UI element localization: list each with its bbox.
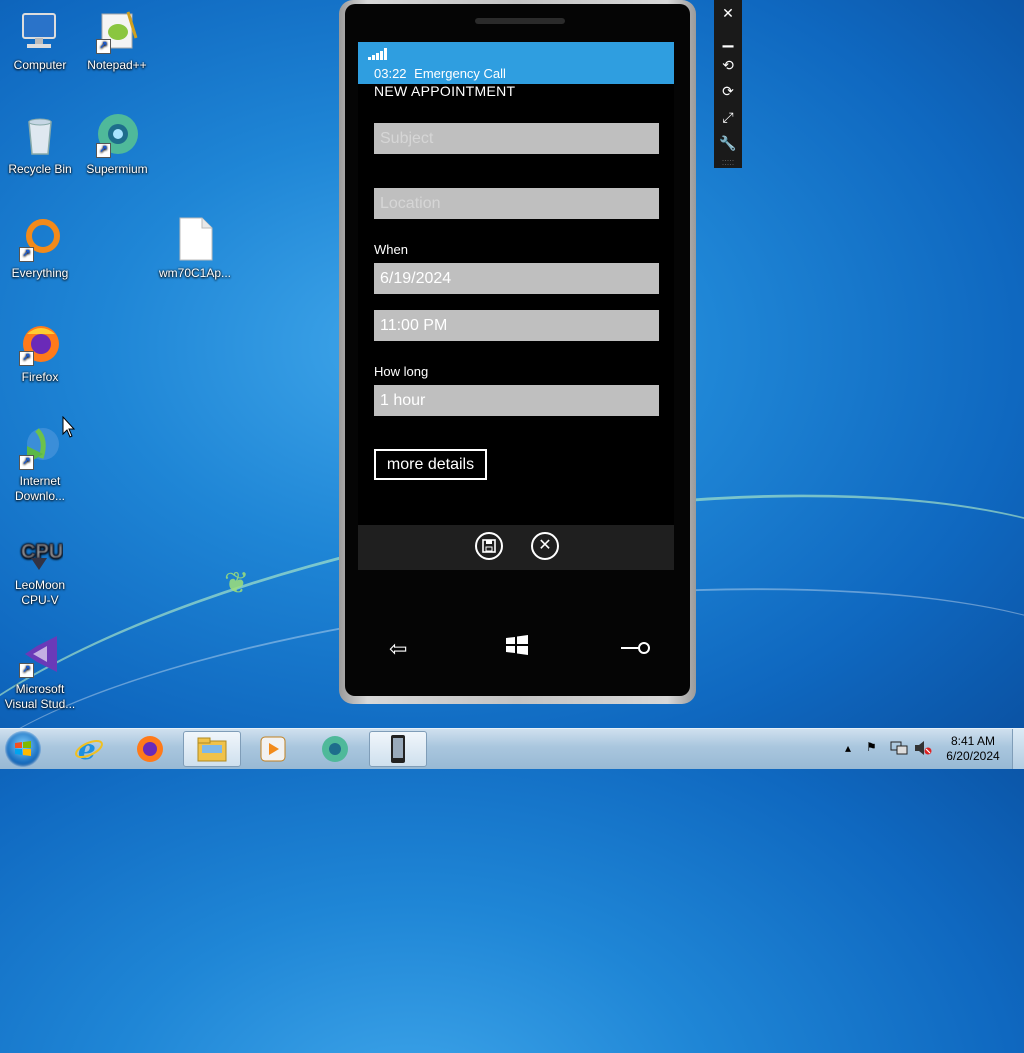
desktop-icon-computer[interactable]: Computer [0,8,80,73]
location-input[interactable]: Location [374,188,659,219]
phone-body: 03:22 Emergency Call NEW APPOINTMENT Sub… [345,4,690,696]
subject-input[interactable]: Subject [374,123,659,154]
show-hidden-icons-button[interactable]: ▴ [845,741,851,755]
save-icon [482,539,496,553]
mouse-cursor-icon [62,416,76,438]
shortcut-arrow-icon: ↗ [19,247,34,262]
windows-logo-icon [506,635,528,655]
close-icon: ✕ [722,5,734,21]
media-player-icon [260,736,286,762]
date-picker[interactable]: 6/19/2024 [374,263,659,294]
shortcut-arrow-icon: ↗ [96,39,111,54]
system-clock[interactable]: 8:41 AM 6/20/2024 [938,734,1008,764]
network-icon [890,741,908,755]
back-button[interactable]: ⇦ [389,636,407,662]
desktop-icon-leomoon-cpu-v[interactable]: CPU LeoMoon CPU-V [0,528,80,608]
everything-icon: ↗ [17,216,63,262]
signal-strength-icon [368,48,387,60]
status-network: Emergency Call [414,66,506,81]
recycle-bin-icon [17,112,63,158]
taskbar-file-explorer[interactable] [183,731,241,767]
phone-emulator: 03:22 Emergency Call NEW APPOINTMENT Sub… [339,0,696,704]
back-arrow-icon: ⇦ [389,636,408,661]
visual-studio-icon: ↗ [17,632,63,678]
shortcut-arrow-icon: ↗ [19,455,34,470]
desktop-icon-everything[interactable]: ↗ Everything [0,216,80,281]
desktop-icon-firefox[interactable]: ↗ Firefox [0,320,80,385]
cpu-v-icon: CPU [17,528,64,574]
search-icon [621,642,650,654]
search-button[interactable] [620,636,650,662]
page-title: NEW APPOINTMENT [374,83,516,99]
volume-button[interactable] [914,740,932,759]
taskbar-firefox[interactable] [121,731,179,767]
taskbar: e ▴ ⚑ 8:41 AM 6/20/2024 [0,728,1024,769]
phone-emulator-icon [391,735,405,763]
emulator-toolbar: ✕ ▁ ⟲ ⟳ ⤢ 🔧 ::::: [714,0,742,168]
action-center-button[interactable]: ⚑ [866,740,877,754]
file-explorer-icon [197,737,227,762]
how-long-label: How long [374,364,429,379]
taskbar-media-player[interactable] [244,731,302,767]
notepadpp-icon: ↗ [94,8,140,54]
desktop-icon-file[interactable]: wm70C1Ap... [155,216,235,281]
shortcut-arrow-icon: ↗ [96,143,111,158]
rotate-right-icon: ⟳ [722,83,734,99]
supermium-icon [322,736,348,762]
close-icon: ✕ [538,537,552,554]
fit-screen-button[interactable]: ⤢ [714,104,742,130]
rotate-left-icon: ⟲ [722,57,734,73]
taskbar-internet-explorer[interactable]: e [60,731,118,767]
desktop-icon-recycle-bin[interactable]: Recycle Bin [0,112,80,177]
more-details-button[interactable]: more details [374,449,487,480]
rotate-right-button[interactable]: ⟳ [714,78,742,104]
taskbar-supermium[interactable] [306,731,364,767]
windows-start-icon [15,741,31,756]
clock-time: 8:41 AM [950,734,996,748]
desktop-icon-notepadpp[interactable]: ↗ Notepad++ [77,8,157,73]
status-text: 03:22 Emergency Call [374,66,506,81]
computer-icon [17,8,63,54]
clock-date: 6/20/2024 [946,749,1000,763]
firefox-icon [137,736,163,762]
file-icon [172,216,218,262]
duration-picker[interactable]: 1 hour [374,385,659,416]
firefox-icon: ↗ [17,320,63,366]
svg-text:e: e [78,734,96,764]
tools-button[interactable]: 🔧 [714,130,742,156]
volume-muted-icon [915,741,932,755]
status-bar: 03:22 Emergency Call [358,42,674,84]
start-button-phone[interactable] [505,634,529,662]
status-time: 03:22 [374,66,407,81]
save-button[interactable] [475,532,503,560]
minimize-button[interactable]: ▁ [714,26,742,52]
desktop-icon-supermium[interactable]: ↗ Supermium [77,112,157,177]
app-bar: ✕ [358,525,674,570]
internet-download-manager-icon: ↗ [17,424,63,470]
toolbar-grip[interactable]: ::::: [714,156,742,168]
minimize-icon: ▁ [722,31,734,47]
wallpaper-leaf: ❦ [224,567,250,600]
tools-icon: 🔧 [719,135,737,151]
supermium-icon: ↗ [94,112,140,158]
flag-icon: ⚑ [866,740,877,754]
rotate-left-button[interactable]: ⟲ [714,52,742,78]
network-button[interactable] [890,740,908,759]
internet-explorer-icon: e [75,734,103,764]
shortcut-arrow-icon: ↗ [19,351,34,366]
close-button[interactable]: ✕ [714,0,742,26]
show-desktop-button[interactable] [1012,729,1024,769]
cancel-button[interactable]: ✕ [531,532,559,560]
shortcut-arrow-icon: ↗ [19,663,34,678]
desktop-icon-visual-studio[interactable]: ↗ Microsoft Visual Stud... [0,632,80,712]
chevron-up-icon: ▴ [845,741,852,755]
start-button[interactable] [5,731,41,767]
taskbar-phone-emulator[interactable] [369,731,427,767]
time-picker[interactable]: 11:00 PM [374,310,659,341]
phone-speaker [475,18,565,24]
phone-screen: 03:22 Emergency Call NEW APPOINTMENT Sub… [358,42,674,570]
when-label: When [374,242,408,257]
fit-screen-icon: ⤢ [722,109,734,125]
